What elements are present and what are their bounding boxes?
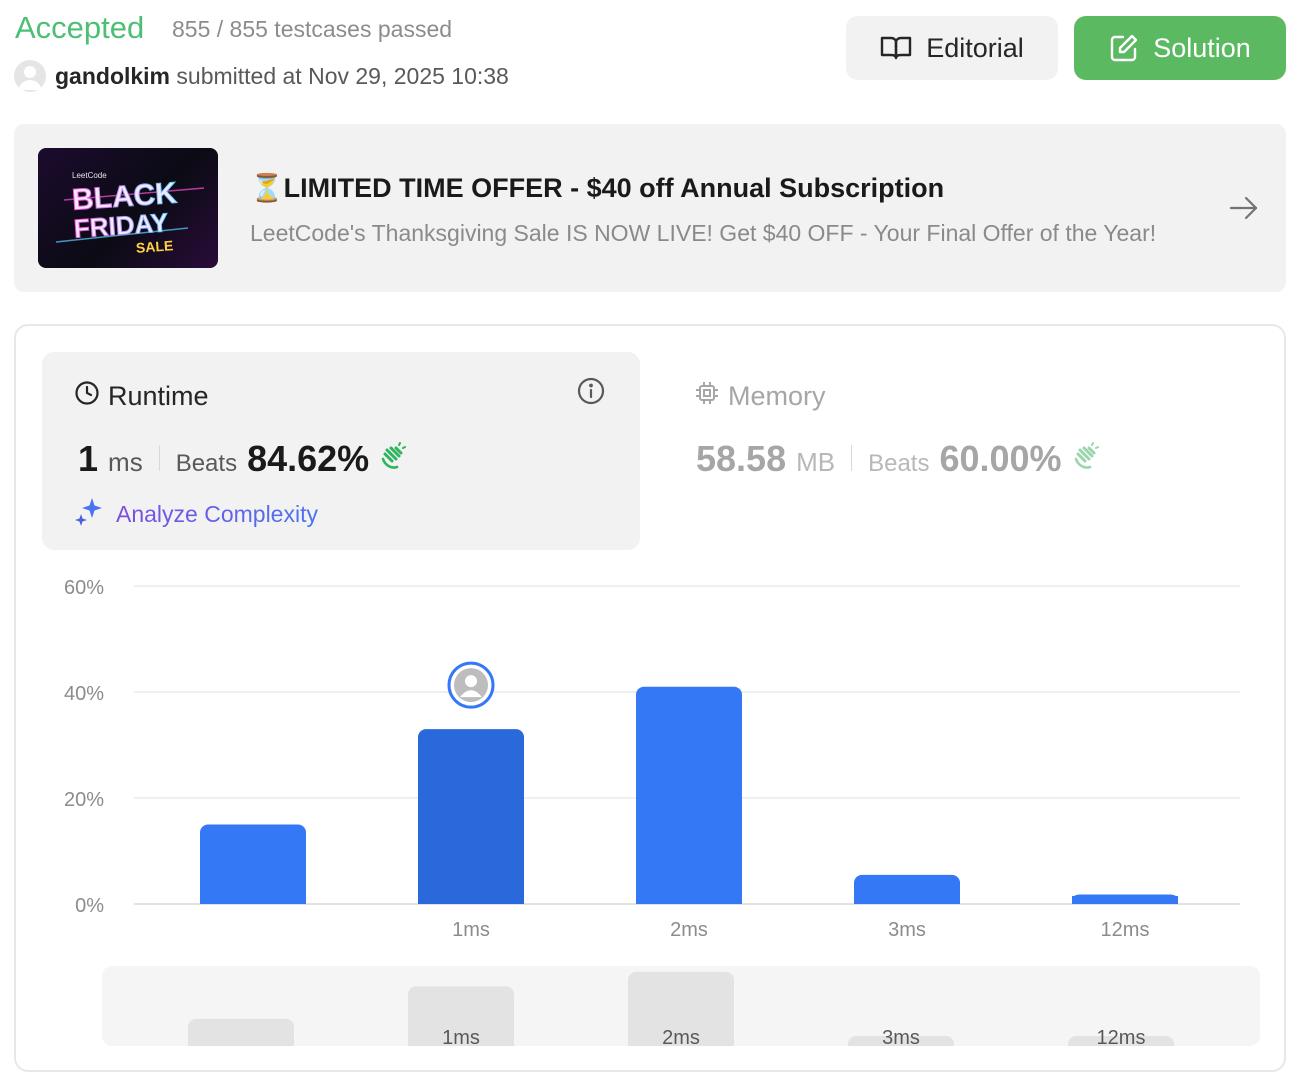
x-tick-label: 3ms	[888, 919, 926, 941]
black-friday-image: LeetCode BLACK FRIDAY SALE	[38, 148, 218, 268]
overview-tick-label: 3ms	[882, 1027, 920, 1046]
runtime-beats-pct: 84.62%	[247, 438, 370, 479]
overview-tick-label: 1ms	[442, 1027, 480, 1046]
chart-bar-base	[200, 896, 306, 904]
y-tick-label: 0%	[75, 895, 104, 917]
runtime-card[interactable]: Runtime 1 ms Beats 84.62% Analyze Comple…	[42, 352, 640, 550]
memory-card[interactable]: Memory 58.58 MB Beats 60.00%	[670, 352, 1230, 550]
editorial-label: Editorial	[926, 32, 1024, 63]
clock-icon	[74, 380, 100, 413]
submitter-username[interactable]: gandolkim	[55, 63, 170, 89]
chart-bar-base	[1072, 896, 1178, 904]
promo-title: ⏳LIMITED TIME OFFER - $40 off Annual Sub…	[250, 173, 945, 203]
sparkle-icon	[74, 496, 104, 532]
chart-bar-base	[636, 896, 742, 904]
info-icon[interactable]	[576, 376, 606, 411]
black-friday-logo: LeetCode	[72, 171, 107, 180]
runtime-beats-label: Beats	[175, 450, 238, 477]
y-tick-label: 40%	[64, 683, 104, 705]
promo-banner[interactable]: LeetCode BLACK FRIDAY SALE ⏳LIMITED TIME…	[14, 124, 1286, 292]
submission-status: Accepted	[15, 10, 145, 45]
chip-icon	[694, 380, 720, 413]
runtime-distribution-chart[interactable]: 0% 20% 40% 60% 1ms 2ms 3ms 12ms	[16, 566, 1286, 946]
testcases-count: 855 / 855 testcases passed	[172, 16, 453, 42]
y-tick-label: 20%	[64, 789, 104, 811]
chart-bar-base	[418, 896, 524, 904]
submitted-time: submitted at Nov 29, 2025 10:38	[176, 63, 509, 89]
submission-header: Accepted 855 / 855 testcases passed gand…	[0, 0, 1302, 110]
runtime-metric: 1 ms Beats 84.62%	[78, 438, 407, 480]
avatar-icon[interactable]	[14, 60, 46, 92]
overview-tick-label: 12ms	[1097, 1027, 1146, 1046]
book-icon	[880, 35, 912, 61]
chart-bar[interactable]	[636, 686, 742, 904]
analyze-complexity-label: Analyze Complexity	[116, 500, 318, 527]
promo-subtitle: LeetCode's Thanksgiving Sale IS NOW LIVE…	[250, 220, 1157, 246]
edit-icon	[1109, 33, 1139, 63]
memory-beats-label: Beats	[868, 450, 930, 477]
chart-bar-base	[854, 896, 960, 904]
solution-label: Solution	[1153, 32, 1251, 63]
metric-divider	[851, 445, 853, 471]
overview-bar	[188, 1018, 294, 1046]
runtime-unit: ms	[108, 447, 143, 477]
distribution-overview-svg[interactable]: 1ms 2ms 3ms 12ms	[102, 966, 1260, 1046]
runtime-title-row: Runtime	[74, 380, 209, 413]
memory-metric: 58.58 MB Beats 60.00%	[696, 438, 1100, 480]
editorial-button[interactable]: Editorial	[846, 16, 1058, 80]
runtime-distribution-svg[interactable]: 0% 20% 40% 60% 1ms 2ms 3ms 12ms	[16, 566, 1286, 946]
x-tick-label: 12ms	[1101, 919, 1150, 941]
memory-value: 58.58	[696, 438, 787, 479]
memory-title-row: Memory	[694, 380, 826, 413]
memory-beats-pct: 60.00%	[939, 438, 1062, 479]
submitter-line: gandolkim submitted at Nov 29, 2025 10:3…	[55, 63, 509, 90]
memory-unit: MB	[796, 447, 836, 477]
overview-tick-label: 2ms	[662, 1027, 700, 1046]
metric-divider	[158, 445, 160, 471]
runtime-value: 1	[78, 438, 99, 479]
clap-icon	[1070, 441, 1100, 477]
clap-icon	[377, 441, 407, 477]
solution-button[interactable]: Solution	[1074, 16, 1286, 80]
avatar-icon[interactable]	[447, 661, 495, 709]
chart-bar[interactable]	[200, 824, 306, 905]
black-friday-line3: SALE	[135, 237, 173, 256]
x-tick-label: 1ms	[452, 919, 490, 941]
runtime-title: Runtime	[108, 381, 209, 411]
x-tick-label: 2ms	[670, 919, 708, 941]
performance-panel: Runtime 1 ms Beats 84.62% Analyze Comple…	[14, 324, 1286, 1072]
analyze-complexity-button[interactable]: Analyze Complexity	[74, 496, 318, 532]
chart-bar[interactable]	[418, 729, 524, 904]
distribution-overview[interactable]: 1ms 2ms 3ms 12ms	[102, 966, 1260, 1046]
memory-title: Memory	[728, 381, 826, 411]
arrow-right-icon[interactable]	[1228, 194, 1260, 227]
y-tick-label: 60%	[64, 577, 104, 599]
